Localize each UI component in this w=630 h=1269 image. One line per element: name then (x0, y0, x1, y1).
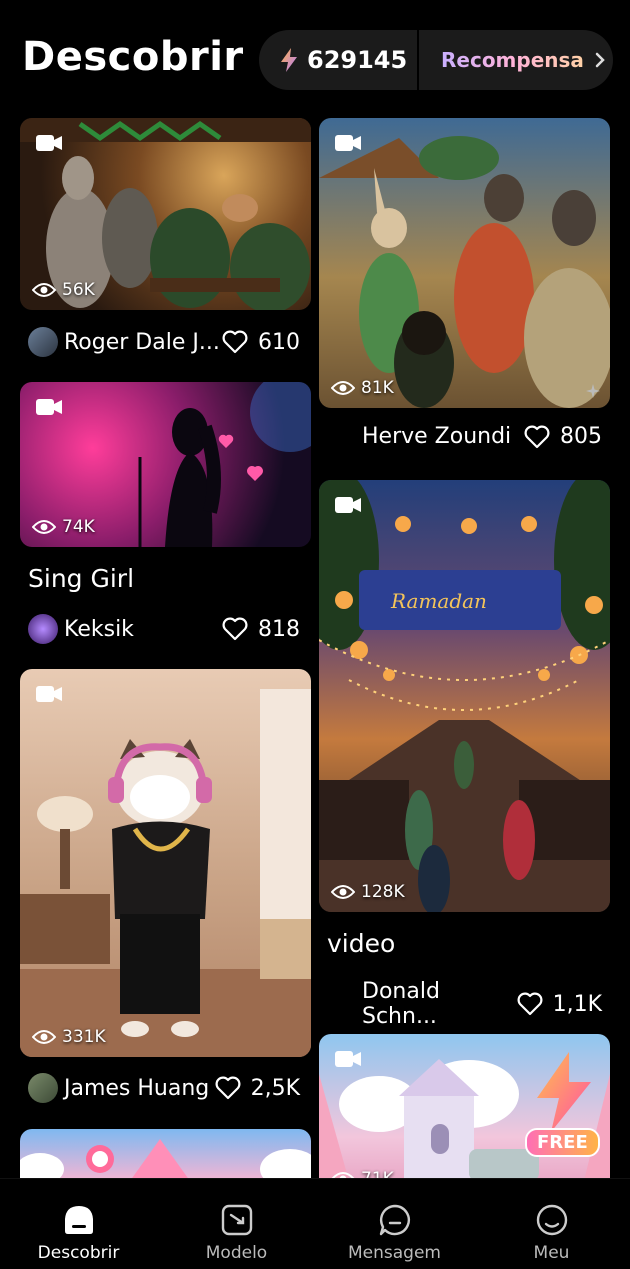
video-card-pub[interactable]: 56K (20, 118, 311, 310)
video-card-ramadan[interactable]: Ramadan 128K (319, 480, 610, 912)
video-card-sing-girl[interactable]: 74K (20, 382, 311, 547)
like-count: 818 (258, 616, 300, 642)
card-meta: Herve Zoundi 805 (362, 424, 602, 449)
lightning-badge-icon (537, 1052, 591, 1132)
thumbnail-image (20, 1139, 311, 1181)
thumbnail-image: Ramadan (319, 480, 610, 912)
card-meta: Roger Dale J... 610 (28, 327, 300, 357)
heart-icon[interactable] (517, 992, 543, 1016)
tab-mensagem[interactable]: Mensagem (316, 1179, 473, 1269)
eye-icon (331, 381, 355, 395)
view-count-value: 81K (361, 378, 394, 398)
card-meta: Donald Schn... 1,1K (362, 979, 602, 1029)
like-count: 2,5K (250, 1075, 300, 1101)
eye-icon (331, 885, 355, 899)
card-caption[interactable]: Sing Girl (28, 564, 134, 593)
author-name[interactable]: Donald Schn... (362, 979, 517, 1029)
reward-button[interactable]: Recompensa (441, 48, 584, 72)
view-count-value: 331K (62, 1027, 106, 1047)
video-card-dance[interactable]: 81K (319, 118, 610, 408)
view-count-value: 128K (361, 882, 405, 902)
banner-art-text: Ramadan (390, 589, 487, 613)
author-name[interactable]: Roger Dale J... (64, 330, 222, 355)
header: Descobrir 629145 Recompensa (0, 0, 630, 110)
like-count: 805 (560, 424, 602, 449)
video-camera-icon (36, 399, 62, 415)
home-icon (64, 1206, 93, 1234)
card-meta: James Huang 2,5K (28, 1073, 300, 1103)
thumbnail-image (319, 136, 610, 408)
video-camera-icon (335, 135, 361, 151)
video-camera-icon (36, 686, 62, 702)
tab-label: Descobrir (37, 1243, 120, 1263)
sparkle-icon (586, 384, 600, 398)
tab-meu[interactable]: Meu (473, 1179, 630, 1269)
like-count: 610 (258, 329, 300, 355)
author-name[interactable]: Herve Zoundi (362, 424, 524, 449)
view-count: 74K (32, 517, 95, 537)
view-count-value: 56K (62, 280, 95, 300)
message-icon (379, 1204, 410, 1236)
video-card-cat[interactable]: 331K (20, 669, 311, 1057)
reward-pill[interactable]: 629145 Recompensa (259, 30, 613, 90)
video-camera-icon (335, 1051, 361, 1067)
heart-icon[interactable] (222, 330, 248, 354)
coin-balance: 629145 (307, 46, 408, 74)
video-card-candy[interactable] (20, 1129, 311, 1181)
avatar[interactable] (28, 327, 58, 357)
card-meta: Keksik 818 (28, 614, 300, 644)
view-count: 128K (331, 882, 405, 902)
view-count: 81K (331, 378, 394, 398)
eye-icon (32, 520, 56, 534)
tab-label: Modelo (205, 1243, 268, 1263)
video-camera-icon (36, 135, 62, 151)
heart-icon[interactable] (215, 1076, 241, 1100)
author-name[interactable]: Keksik (64, 617, 222, 642)
pill-divider (417, 30, 419, 90)
tab-descobrir[interactable]: Descobrir (0, 1179, 157, 1269)
tab-label: Mensagem (348, 1243, 441, 1263)
like-count: 1,1K (552, 991, 602, 1017)
free-badge: FREE (525, 1128, 600, 1157)
eye-icon (32, 283, 56, 297)
heart-icon[interactable] (222, 617, 248, 641)
eye-icon (32, 1030, 56, 1044)
author-name[interactable]: James Huang (64, 1076, 215, 1101)
profile-icon (536, 1204, 567, 1236)
bottom-nav: Descobrir Modelo Mensagem Meu (0, 1178, 630, 1269)
lightning-icon (281, 48, 297, 72)
chevron-right-icon (595, 52, 605, 68)
tab-label: Meu (533, 1243, 570, 1263)
page-title: Descobrir (22, 34, 244, 80)
video-camera-icon (335, 497, 361, 513)
avatar[interactable] (28, 614, 58, 644)
thumbnail-image (20, 689, 311, 1057)
tab-modelo[interactable]: Modelo (158, 1179, 315, 1269)
heart-icon[interactable] (524, 425, 550, 449)
view-count: 331K (32, 1027, 106, 1047)
video-card-cloud-house[interactable]: FREE 71K (319, 1034, 610, 1181)
card-caption[interactable]: video (327, 929, 395, 958)
view-count-value: 74K (62, 517, 95, 537)
avatar[interactable] (28, 1073, 58, 1103)
view-count: 56K (32, 280, 95, 300)
template-icon (221, 1204, 252, 1236)
